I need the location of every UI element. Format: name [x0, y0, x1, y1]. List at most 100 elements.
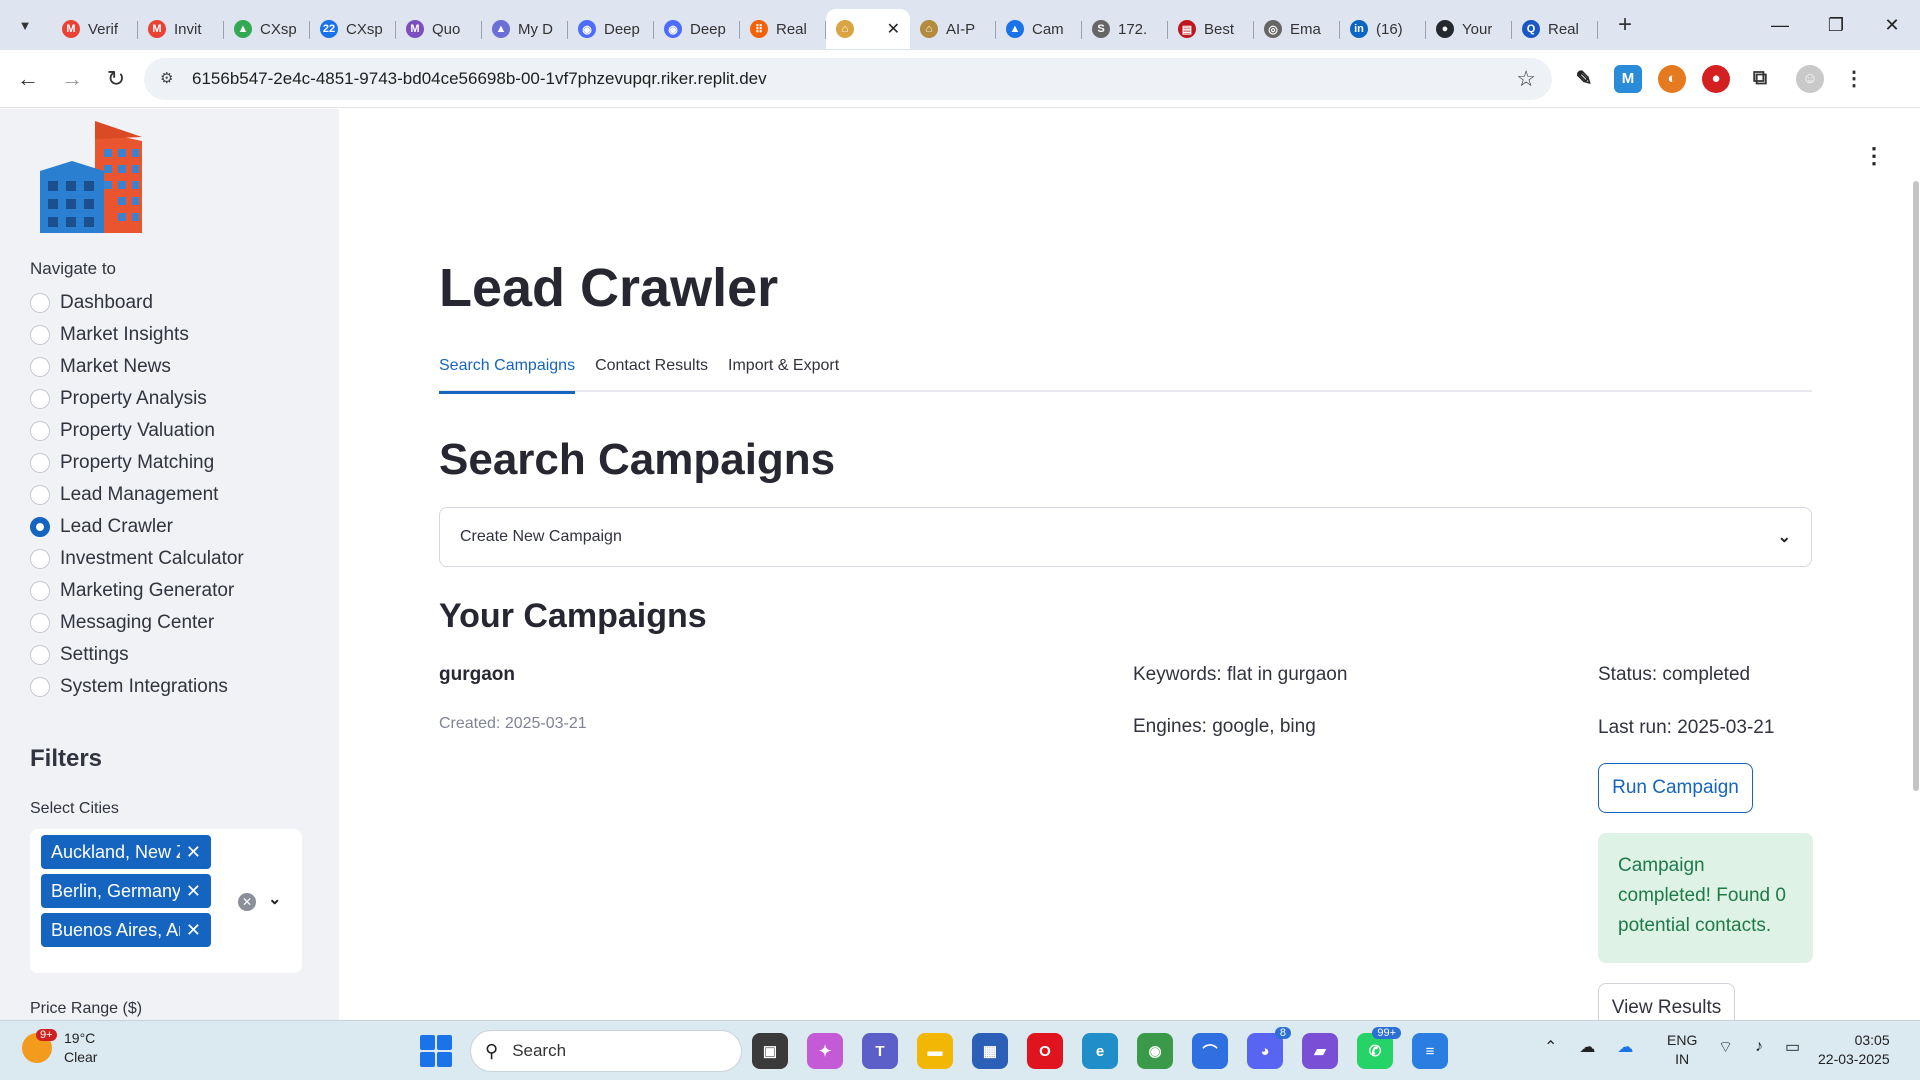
cities-multiselect[interactable]: ✕ ⌄ Auckland, New Zealand✕ Berlin, German… [30, 829, 302, 973]
close-window-button[interactable]: ✕ [1864, 15, 1920, 36]
chrome-icon[interactable]: ◉ [1137, 1033, 1173, 1069]
browser-tab[interactable]: ◉ Deep [568, 9, 654, 49]
teams-icon[interactable]: T [862, 1033, 898, 1069]
discord-icon[interactable]: ◕ 8 [1247, 1027, 1291, 1069]
reload-button[interactable]: ↻ [94, 66, 138, 92]
browser-menu-icon[interactable]: ⋮ [1840, 65, 1868, 93]
nav-item-messaging-center[interactable]: Messaging Center [30, 607, 244, 639]
tab-search-button[interactable]: ▼ [8, 8, 42, 42]
nav-item-property-valuation[interactable]: Property Valuation [30, 415, 244, 447]
browser-tab[interactable]: ▲ CXsp [224, 9, 310, 49]
file-explorer-icon[interactable]: ▬ [917, 1033, 953, 1069]
browser-tab[interactable]: ◉ Deep [654, 9, 740, 49]
run-campaign-button[interactable]: Run Campaign [1598, 763, 1753, 813]
opera-icon[interactable]: O [1027, 1033, 1063, 1069]
forward-button[interactable]: → [50, 66, 94, 92]
chevron-down-icon[interactable]: ⌄ [268, 889, 281, 909]
whatsapp-icon[interactable]: ✆ 99+ [1357, 1027, 1401, 1069]
browser-tab[interactable]: ▲ Cam [996, 9, 1082, 49]
address-bar[interactable]: ⚙ 6156b547-2e4c-4851-9743-bd04ce56698b-0… [144, 57, 1552, 100]
tab-contact-results[interactable]: Contact Results [595, 353, 708, 392]
browser-tab[interactable]: ▤ Best [1168, 9, 1254, 49]
nav-item-market-insights[interactable]: Market Insights [30, 319, 244, 351]
nav-item-marketing-generator[interactable]: Marketing Generator [30, 575, 244, 607]
clapper-icon[interactable]: ▰ [1302, 1033, 1338, 1069]
radio-button[interactable] [30, 677, 50, 697]
edge-icon[interactable]: e [1082, 1033, 1118, 1069]
browser-tab[interactable]: ▲ My D [482, 9, 568, 49]
copilot-icon[interactable]: ✦ [807, 1033, 843, 1069]
radio-selected[interactable] [30, 517, 50, 537]
clock[interactable]: 03:05 22-03-2025 [1818, 1031, 1890, 1069]
bookmark-star-icon[interactable]: ☆ [1516, 66, 1536, 92]
radio-button[interactable] [30, 293, 50, 313]
site-info-icon[interactable]: ⚙ [160, 69, 180, 89]
radio-button[interactable] [30, 453, 50, 473]
onedrive-icon[interactable]: ☁ [1579, 1037, 1595, 1057]
browser-tab[interactable]: M Quo [396, 9, 482, 49]
half-moon-extension-icon[interactable]: ◐ [1658, 64, 1686, 93]
browser-tab[interactable]: ● Your [1426, 9, 1512, 49]
nav-item-investment-calculator[interactable]: Investment Calculator [30, 543, 244, 575]
nav-item-property-matching[interactable]: Property Matching [30, 447, 244, 479]
main-scrollbar[interactable] [1913, 181, 1919, 791]
radio-button[interactable] [30, 613, 50, 633]
tab-import-export[interactable]: Import & Export [728, 353, 839, 392]
back-button[interactable]: ← [6, 66, 50, 92]
nav-item-lead-crawler[interactable]: Lead Crawler [30, 511, 244, 543]
radio-button[interactable] [30, 421, 50, 441]
weather-widget[interactable]: 9+ 19°C Clear [22, 1029, 97, 1067]
restore-button[interactable]: ❐ [1808, 15, 1864, 36]
task-view-icon[interactable]: ▣ [752, 1033, 788, 1069]
language-indicator[interactable]: ENG IN [1667, 1031, 1697, 1069]
puzzle-extensions-icon[interactable]: ⧉ [1746, 65, 1774, 93]
browser-tab[interactable]: ◎ Ema [1254, 9, 1340, 49]
city-chip[interactable]: Berlin, Germany ✕ [41, 874, 211, 908]
city-chip[interactable]: Buenos Aires, Argentina ✕ [41, 913, 211, 947]
browser-tab[interactable]: in (16) [1340, 9, 1426, 49]
browser-tab[interactable]: S 172. [1082, 9, 1168, 49]
radio-button[interactable] [30, 357, 50, 377]
chevron-up-icon[interactable]: ⌃ [1544, 1037, 1557, 1057]
browser-tab[interactable]: M Invit [138, 9, 224, 49]
clear-all-icon[interactable]: ✕ [238, 893, 256, 911]
browser-tab[interactable]: ⌂ AI-P [910, 9, 996, 49]
tab-search-campaigns[interactable]: Search Campaigns [439, 353, 576, 394]
volume-icon[interactable]: ♪ [1755, 1038, 1763, 1056]
browser-tab[interactable]: 22 CXsp [310, 9, 396, 49]
view-results-button[interactable]: View Results [1598, 983, 1735, 1020]
remove-chip-icon[interactable]: ✕ [186, 920, 201, 941]
minimize-button[interactable]: — [1752, 15, 1808, 36]
browser-tab-active[interactable]: ⌂ ✕ [826, 9, 910, 49]
nav-item-settings[interactable]: Settings [30, 639, 244, 671]
browser-tab[interactable]: M Verif [52, 9, 138, 49]
remove-chip-icon[interactable]: ✕ [186, 842, 201, 863]
radio-button[interactable] [30, 581, 50, 601]
start-button[interactable] [420, 1035, 452, 1067]
store-icon[interactable]: ▦ [972, 1033, 1008, 1069]
radio-button[interactable] [30, 549, 50, 569]
wifi-icon[interactable]: ⌔ [1718, 1037, 1733, 1057]
profile-avatar[interactable]: ☺ [1796, 64, 1824, 93]
browser-tab[interactable]: Q Real [1512, 9, 1598, 49]
nav-item-market-news[interactable]: Market News [30, 351, 244, 383]
new-tab-button[interactable]: + [1610, 11, 1640, 39]
close-tab-icon[interactable]: ✕ [887, 19, 900, 39]
radio-button[interactable] [30, 645, 50, 665]
radio-button[interactable] [30, 325, 50, 345]
nav-item-property-analysis[interactable]: Property Analysis [30, 383, 244, 415]
arc-icon[interactable]: ⌒ [1192, 1033, 1228, 1069]
eyedropper-extension-icon[interactable]: ✎ [1570, 65, 1598, 93]
onedrive-sync-icon[interactable]: ☁ [1617, 1037, 1633, 1057]
radio-button[interactable] [30, 389, 50, 409]
nav-item-dashboard[interactable]: Dashboard [30, 287, 244, 319]
battery-icon[interactable]: ▭ [1785, 1037, 1800, 1057]
nav-item-lead-management[interactable]: Lead Management [30, 479, 244, 511]
city-chip[interactable]: Auckland, New Zealand ✕ [41, 835, 211, 869]
radio-button[interactable] [30, 485, 50, 505]
pokeball-extension-icon[interactable]: ● [1702, 64, 1730, 93]
app-menu-icon[interactable]: ⋮ [1863, 143, 1885, 169]
create-campaign-expander[interactable]: Create New Campaign ⌄ [439, 507, 1812, 567]
m-extension-icon[interactable]: M [1614, 64, 1642, 93]
browser-tab[interactable]: ⠿ Real [740, 9, 826, 49]
